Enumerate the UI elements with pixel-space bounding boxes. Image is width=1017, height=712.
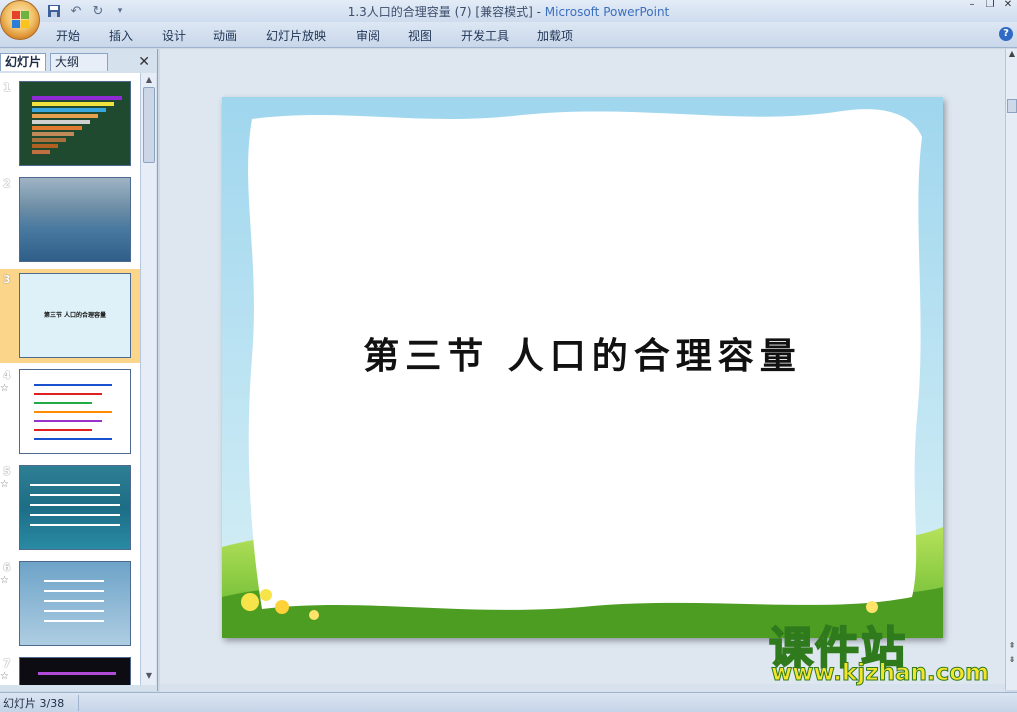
- thumb-bar: [32, 102, 114, 106]
- thumb-text-line: [38, 672, 116, 675]
- slide-editing-area: 第三节 人口的合理容量: [160, 49, 1005, 684]
- slide-thumbnail[interactable]: [19, 369, 131, 454]
- slide-title[interactable]: 第三节 人口的合理容量: [222, 327, 943, 379]
- slide-number: 5: [3, 465, 11, 478]
- slide-number: 1: [3, 81, 11, 94]
- ribbon-tab[interactable]: 加载项: [537, 27, 573, 44]
- thumb-bar: [32, 120, 90, 124]
- close-icon[interactable]: ✕: [1001, 0, 1015, 12]
- ribbon-tab[interactable]: 动画: [213, 27, 237, 44]
- thumb-text-line: [44, 580, 104, 582]
- tab-outline[interactable]: 大纲: [50, 53, 108, 71]
- slide-thumbnail[interactable]: [19, 177, 131, 262]
- thumb-bar: [32, 108, 106, 112]
- help-icon[interactable]: ?: [999, 27, 1013, 41]
- slide-thumbnail[interactable]: [19, 465, 131, 550]
- transition-star-icon: ☆: [0, 575, 9, 586]
- watermark-url: www.kjzhan.com: [771, 660, 990, 687]
- thumb-text-line: [34, 384, 112, 386]
- thumb-bar: [32, 138, 66, 142]
- slide-thumbnail-row[interactable]: 3 第三节 人口的合理容量: [0, 269, 140, 363]
- window-controls: – ❐ ✕: [965, 0, 1015, 12]
- status-separator: [78, 695, 79, 711]
- thumb-bar: [32, 144, 58, 148]
- thumb-text-line: [30, 524, 120, 526]
- slide-number: 3: [3, 273, 11, 286]
- ribbon-tab[interactable]: 设计: [162, 27, 186, 44]
- window-title: 1.3人口的合理容量 (7) [兼容模式] - Microsoft PowerP…: [0, 3, 1017, 20]
- slide-thumbnail-row[interactable]: 6 ☆: [0, 557, 140, 651]
- slide-thumbnail[interactable]: [19, 561, 131, 646]
- title-bar: ↶ ↻ ▾ 1.3人口的合理容量 (7) [兼容模式] - Microsoft …: [0, 0, 1017, 22]
- minimize-icon[interactable]: –: [965, 0, 979, 12]
- slide-thumbnail-row[interactable]: 5 ☆: [0, 461, 140, 555]
- scrollbar-thumb[interactable]: [1007, 99, 1017, 113]
- ribbon-tab[interactable]: 开始: [56, 27, 80, 44]
- next-slide-icon[interactable]: ⇟: [1006, 655, 1017, 664]
- thumb-text-line: [44, 610, 104, 612]
- slide-number: 7: [3, 657, 11, 670]
- transition-star-icon: ☆: [0, 479, 9, 490]
- slide-thumbnail-row[interactable]: 1: [0, 77, 140, 171]
- thumb-bar: [32, 150, 50, 154]
- slide-thumbnail[interactable]: [19, 657, 131, 685]
- thumb-text-line: [30, 504, 120, 506]
- thumb-text-line: [34, 402, 92, 404]
- thumb-text-line: [34, 411, 112, 413]
- ribbon: 开始 插入 设计 动画 幻灯片放映 审阅 视图 开发工具 加载项 ?: [0, 22, 1017, 48]
- ribbon-tab[interactable]: 插入: [109, 27, 133, 44]
- tab-slides[interactable]: 幻灯片: [0, 53, 46, 71]
- transition-star-icon: ☆: [0, 383, 9, 394]
- thumb-text-line: [44, 590, 104, 592]
- thumb-bar: [32, 126, 82, 130]
- office-logo-icon: [12, 11, 30, 29]
- slide-thumbnail-row[interactable]: 7 ☆: [0, 653, 140, 685]
- office-button[interactable]: [0, 0, 40, 40]
- slide-number: 2: [3, 177, 11, 190]
- scroll-down-icon[interactable]: ▼: [143, 671, 155, 681]
- scrollbar-thumb[interactable]: [143, 87, 155, 163]
- current-slide[interactable]: 第三节 人口的合理容量: [222, 97, 943, 638]
- ribbon-tab[interactable]: 视图: [408, 27, 432, 44]
- scroll-up-icon[interactable]: ▲: [143, 75, 155, 85]
- thumb-text-line: [34, 429, 92, 431]
- restore-icon[interactable]: ❐: [983, 0, 997, 12]
- pane-tabs: 幻灯片 大纲 ✕: [0, 51, 158, 71]
- thumb-bar: [32, 96, 122, 100]
- ribbon-tab[interactable]: 开发工具: [461, 27, 509, 44]
- slide-thumbnail-list: 1 2 3 第三节 人口的合理容量 4 ☆ 5 ☆ 6 ☆ 7 ☆: [0, 73, 140, 685]
- watermark: 课件站 www.kjzhan.com: [765, 612, 1005, 692]
- slides-pane-scrollbar[interactable]: ▲ ▼: [140, 73, 156, 685]
- thumb-caption: 第三节 人口的合理容量: [43, 312, 107, 319]
- thumb-text-line: [34, 420, 102, 422]
- thumb-text-line: [44, 600, 104, 602]
- slide-number: 6: [3, 561, 11, 574]
- thumb-text-line: [34, 438, 112, 440]
- app-name: Microsoft PowerPoint: [544, 5, 670, 19]
- thumb-text-line: [34, 393, 102, 395]
- ribbon-tab[interactable]: 幻灯片放映: [266, 27, 326, 44]
- thumb-bar: [32, 114, 98, 118]
- thumb-text-line: [30, 514, 120, 516]
- slide-counter: 幻灯片 3/38: [3, 697, 65, 710]
- thumb-bar: [32, 132, 74, 136]
- status-bar: 幻灯片 3/38: [0, 692, 1017, 712]
- thumb-text-line: [30, 494, 120, 496]
- thumb-text-line: [44, 620, 104, 622]
- transition-star-icon: ☆: [0, 671, 9, 682]
- ribbon-tab[interactable]: 审阅: [356, 27, 380, 44]
- slide-thumbnail[interactable]: [19, 81, 131, 166]
- thumb-text-line: [30, 484, 120, 486]
- previous-slide-icon[interactable]: ⇞: [1006, 641, 1017, 650]
- main-vertical-scrollbar[interactable]: ▲ ⇞ ⇟: [1005, 49, 1017, 690]
- document-title: 1.3人口的合理容量 (7) [兼容模式] -: [347, 5, 545, 19]
- slide-thumbnail[interactable]: 第三节 人口的合理容量: [19, 273, 131, 358]
- slide-thumbnail-row[interactable]: 4 ☆: [0, 365, 140, 459]
- slides-pane: 幻灯片 大纲 ✕ 1 2 3 第三节 人口的合理容量 4 ☆ 5 ☆ 6 ☆ 7 ☆ ▲ ▼: [0, 49, 158, 691]
- close-pane-icon[interactable]: ✕: [138, 54, 150, 70]
- slide-number: 4: [3, 369, 11, 382]
- scroll-up-icon[interactable]: ▲: [1006, 49, 1017, 58]
- slide-thumbnail-row[interactable]: 2: [0, 173, 140, 267]
